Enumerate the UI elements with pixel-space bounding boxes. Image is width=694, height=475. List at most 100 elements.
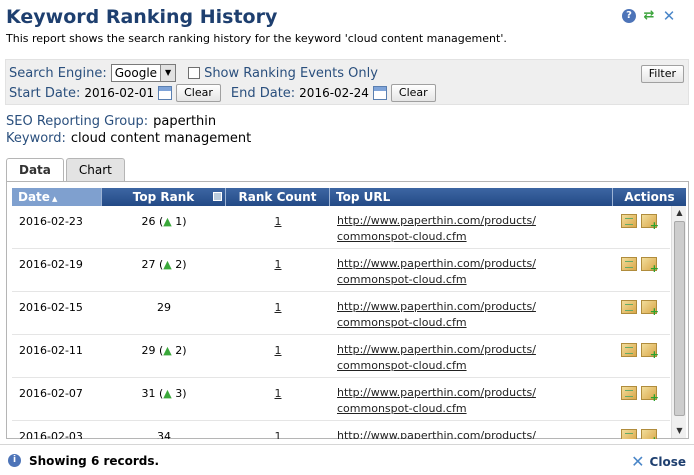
column-header-rank-count[interactable]: Rank Count bbox=[226, 188, 330, 206]
top-url-link[interactable]: http://www.paperthin.com/products/ bbox=[337, 343, 536, 356]
start-date-field[interactable]: 2016-02-01 bbox=[84, 86, 154, 100]
top-url-link[interactable]: http://www.paperthin.com/products/ bbox=[337, 257, 536, 270]
rank-value: 29 ( bbox=[141, 344, 164, 357]
start-date-label: Start Date: bbox=[9, 85, 81, 101]
column-menu-icon[interactable] bbox=[213, 192, 222, 201]
close-icon[interactable]: ✕ bbox=[662, 9, 676, 24]
clear-end-date-button[interactable]: Clear bbox=[390, 84, 436, 102]
cell-rank-count: 1 bbox=[226, 206, 330, 248]
add-event-icon[interactable] bbox=[641, 257, 659, 275]
scroll-down-icon[interactable]: ▼ bbox=[672, 424, 687, 438]
cell-top-rank: 34 bbox=[102, 421, 226, 439]
close-button[interactable]: ✕ Close bbox=[631, 452, 686, 471]
tab-data[interactable]: Data bbox=[6, 158, 64, 182]
table-row[interactable]: 2016-02-03 34 1 http://www.paperthin.com/pr… bbox=[12, 421, 670, 439]
rank-value: 26 ( bbox=[141, 215, 164, 228]
cell-actions bbox=[613, 206, 670, 248]
keyword: Keyword: cloud content management bbox=[6, 131, 251, 146]
calendar-icon[interactable] bbox=[158, 86, 173, 100]
table-row[interactable]: 2016-02-11 29 (▲ 2) 1 http://www.paperthin.… bbox=[12, 335, 670, 378]
add-event-icon[interactable] bbox=[641, 214, 659, 232]
help-icon[interactable]: ? bbox=[622, 9, 636, 23]
end-date-label: End Date: bbox=[230, 85, 296, 101]
tab-bar: Data Chart bbox=[6, 158, 127, 182]
rank-value: 29 bbox=[157, 301, 171, 314]
top-url-link-cont[interactable]: commonspot-cloud.cfm bbox=[337, 230, 467, 243]
column-header-date[interactable]: Date ▲ bbox=[12, 188, 102, 206]
rank-change: 3) bbox=[175, 387, 187, 400]
arrow-up-icon: ▲ bbox=[163, 258, 172, 271]
show-events-checkbox[interactable] bbox=[188, 67, 201, 79]
add-event-icon[interactable] bbox=[641, 343, 659, 361]
close-icon: ✕ bbox=[631, 452, 645, 471]
cell-date: 2016-02-19 bbox=[19, 258, 83, 271]
table-header: Date ▲ Top Rank Rank Count Top URL Action… bbox=[12, 188, 686, 206]
show-events-label[interactable]: Show Ranking Events Only bbox=[204, 66, 378, 81]
top-url-link[interactable]: http://www.paperthin.com/products/ bbox=[337, 386, 536, 399]
view-details-icon[interactable] bbox=[621, 300, 637, 314]
top-url-link-cont[interactable]: commonspot-cloud.cfm bbox=[337, 402, 467, 415]
top-url-link-cont[interactable]: commonspot-cloud.cfm bbox=[337, 273, 467, 286]
reporting-group: SEO Reporting Group: paperthin bbox=[6, 114, 216, 129]
header-icons: ? ⇄ ✕ bbox=[622, 9, 676, 24]
cell-actions bbox=[613, 292, 670, 334]
records-count: Showing 6 records. bbox=[29, 454, 160, 468]
end-date-field[interactable]: 2016-02-24 bbox=[299, 86, 369, 100]
reporting-group-value: paperthin bbox=[153, 114, 217, 129]
table-row[interactable]: 2016-02-15 29 1 http://www.paperthin.com/pr… bbox=[12, 292, 670, 335]
scroll-thumb[interactable] bbox=[674, 221, 685, 416]
search-engine-select[interactable]: Google ▼ bbox=[110, 64, 177, 82]
column-header-top-url[interactable]: Top URL bbox=[330, 188, 613, 206]
rank-value: 34 bbox=[157, 430, 171, 439]
table-row[interactable]: 2016-02-23 26 (▲ 1) 1 http://www.paperthin.… bbox=[12, 206, 670, 249]
column-header-top-rank[interactable]: Top Rank bbox=[102, 188, 226, 206]
top-url-link[interactable]: http://www.paperthin.com/products/ bbox=[337, 214, 536, 227]
cell-actions bbox=[613, 421, 670, 439]
cell-rank-count: 1 bbox=[226, 421, 330, 439]
cell-top-rank: 29 (▲ 2) bbox=[102, 335, 226, 377]
info-icon: i bbox=[8, 454, 21, 467]
chevron-down-icon: ▼ bbox=[160, 65, 176, 81]
rank-value: 31 ( bbox=[141, 387, 164, 400]
view-details-icon[interactable] bbox=[621, 214, 637, 228]
rank-count-link[interactable]: 1 bbox=[275, 344, 282, 357]
page-title: Keyword Ranking History bbox=[6, 6, 278, 28]
rank-value: 27 ( bbox=[141, 258, 164, 271]
table-row[interactable]: 2016-02-19 27 (▲ 2) 1 http://www.paperthin.… bbox=[12, 249, 670, 292]
cell-top-url: http://www.paperthin.com/products/common… bbox=[330, 335, 613, 377]
cell-actions bbox=[613, 335, 670, 377]
view-details-icon[interactable] bbox=[621, 343, 637, 357]
add-event-icon[interactable] bbox=[641, 300, 659, 318]
rank-count-link[interactable]: 1 bbox=[275, 215, 282, 228]
table-body: 2016-02-23 26 (▲ 1) 1 http://www.paperthin.… bbox=[12, 206, 670, 439]
clear-start-date-button[interactable]: Clear bbox=[176, 84, 221, 102]
add-event-icon[interactable] bbox=[641, 429, 659, 439]
rank-count-link[interactable]: 1 bbox=[275, 301, 282, 314]
table-row[interactable]: 2016-02-07 31 (▲ 3) 1 http://www.paperthin.… bbox=[12, 378, 670, 421]
cell-top-url: http://www.paperthin.com/products/common… bbox=[330, 206, 613, 248]
reporting-group-label: SEO Reporting Group: bbox=[6, 114, 149, 129]
rank-count-link[interactable]: 1 bbox=[275, 430, 282, 439]
scroll-up-icon[interactable]: ▲ bbox=[672, 206, 687, 220]
rank-change: 2) bbox=[175, 344, 187, 357]
rank-count-link[interactable]: 1 bbox=[275, 387, 282, 400]
refresh-icon[interactable]: ⇄ bbox=[642, 9, 656, 23]
top-url-link[interactable]: http://www.paperthin.com/products/ bbox=[337, 429, 536, 439]
calendar-icon[interactable] bbox=[372, 86, 387, 100]
keyword-value: cloud content management bbox=[70, 131, 252, 146]
rank-count-link[interactable]: 1 bbox=[275, 258, 282, 271]
cell-rank-count: 1 bbox=[226, 292, 330, 334]
add-event-icon[interactable] bbox=[641, 386, 659, 404]
filter-button[interactable]: Filter bbox=[640, 65, 684, 83]
search-engine-value: Google bbox=[114, 66, 158, 80]
top-url-link[interactable]: http://www.paperthin.com/products/ bbox=[337, 300, 536, 313]
view-details-icon[interactable] bbox=[621, 429, 637, 439]
view-details-icon[interactable] bbox=[621, 257, 637, 271]
cell-top-rank: 26 (▲ 1) bbox=[102, 206, 226, 248]
vertical-scrollbar[interactable]: ▲ ▼ bbox=[671, 206, 686, 438]
view-details-icon[interactable] bbox=[621, 386, 637, 400]
top-url-link-cont[interactable]: commonspot-cloud.cfm bbox=[337, 316, 467, 329]
arrow-up-icon: ▲ bbox=[163, 387, 172, 400]
top-url-link-cont[interactable]: commonspot-cloud.cfm bbox=[337, 359, 467, 372]
tab-chart[interactable]: Chart bbox=[65, 158, 125, 181]
